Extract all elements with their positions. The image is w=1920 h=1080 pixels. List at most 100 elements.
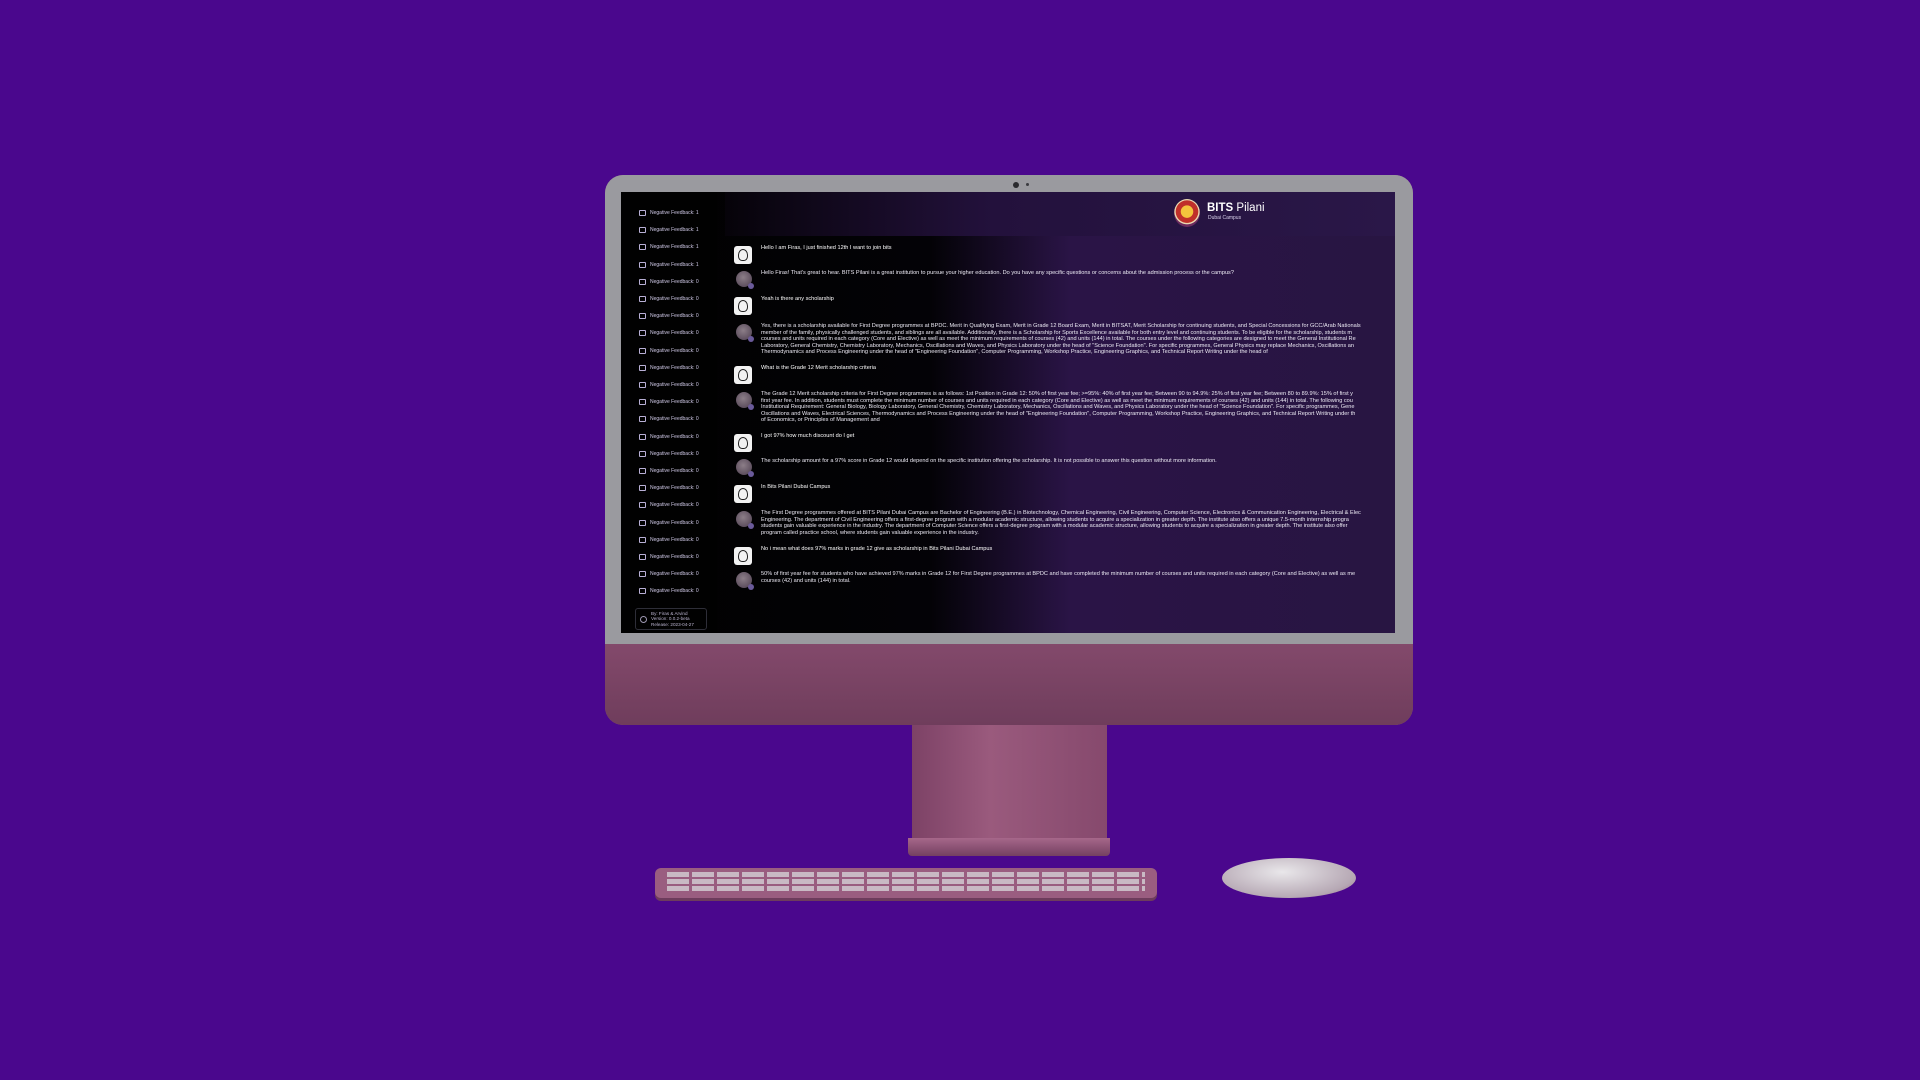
chat-bubble-icon: [639, 330, 646, 337]
user-message: Yeah is there any scholarship: [761, 296, 1395, 303]
message-line: program called practice school, where st…: [761, 529, 979, 536]
user-avatar-icon: [734, 434, 752, 452]
message-line: 50% of first year fee for students who h…: [761, 571, 1356, 577]
message-line: Yeah is there any scholarship: [761, 296, 834, 302]
user-avatar-icon: [734, 366, 752, 384]
history-item[interactable]: Negative Feedback: 0: [639, 483, 713, 493]
message-line: I got 97% how much discount do I get: [761, 433, 855, 439]
chat-bubble-icon: [639, 382, 646, 388]
monitor-stand-base: [908, 838, 1110, 856]
bot-message: The Grade 12 Merit scholarship criteria …: [761, 391, 1395, 424]
chat-bubble-icon: [639, 468, 646, 474]
message-line: Yes, there is a scholarship available fo…: [761, 323, 1361, 329]
keyboard-keys-row: [667, 872, 1145, 877]
history-item-label: Negative Feedback: 0: [650, 536, 699, 543]
chat-bubble-icon: [639, 416, 646, 423]
history-item-label: Negative Feedback: 1: [650, 244, 699, 251]
history-item-label: Negative Feedback: 0: [650, 416, 699, 423]
bits-pilani-logo: [1174, 199, 1200, 227]
history-item[interactable]: Negative Feedback: 0: [639, 466, 713, 476]
chat-bubble-icon: [639, 296, 646, 302]
message-line: The Grade 12 Merit scholarship criteria …: [761, 391, 1353, 397]
info-icon: [640, 615, 647, 623]
chat-bubble-icon: [639, 433, 646, 440]
history-item-label: Negative Feedback: 0: [650, 485, 699, 492]
history-item[interactable]: Negative Feedback: 1: [639, 260, 713, 270]
bot-message: The First Degree programmes offered at B…: [761, 510, 1395, 536]
chat-bubble-icon: [639, 588, 646, 595]
chat-bubble-icon: [639, 536, 646, 543]
bot-avatar-icon: [736, 392, 754, 410]
history-item[interactable]: Negative Feedback: 1: [639, 208, 713, 218]
chat-bubble-icon: [639, 261, 646, 268]
message-line: What is the Grade 12 Merit scholarship c…: [761, 365, 877, 371]
keyboard-keys-row: [667, 886, 1145, 891]
bot-avatar-icon: [736, 459, 754, 477]
history-item[interactable]: Negative Feedback: 0: [639, 346, 713, 356]
history-item-label: Negative Feedback: 0: [650, 502, 699, 509]
history-item-label: Negative Feedback: 0: [650, 364, 699, 371]
history-item[interactable]: Negative Feedback: 0: [639, 311, 713, 321]
history-item-label: Negative Feedback: 0: [650, 382, 699, 388]
history-item[interactable]: Negative Feedback: 0: [639, 569, 713, 579]
message-line: In Bits Pilani Dubai Campus: [761, 484, 831, 490]
user-avatar-icon: [734, 246, 752, 264]
app-screen: Negative Feedback: 1 Negative Feedback: 1…: [621, 192, 1395, 633]
history-item-label: Negative Feedback: 0: [650, 399, 699, 406]
message-line: students gain valuable experience in the…: [761, 523, 1348, 529]
sidebar-footer: By: Firas & Arvind Version: 0.0.2-beta R…: [635, 608, 707, 630]
history-item-label: Negative Feedback: 0: [650, 313, 699, 320]
history-item[interactable]: Negative Feedback: 0: [639, 586, 713, 596]
chat-bubble-icon: [639, 313, 646, 320]
history-item[interactable]: Negative Feedback: 0: [639, 518, 713, 528]
bot-message: Hello Firas! That's great to hear. BITS …: [761, 270, 1395, 277]
user-message: Hello I am Firas, I just finished 12th I…: [761, 245, 1395, 252]
history-item[interactable]: Negative Feedback: 0: [639, 552, 713, 562]
monitor-stand: [912, 725, 1107, 847]
history-item[interactable]: Negative Feedback: 0: [639, 380, 713, 390]
history-item-label: Negative Feedback: 0: [650, 571, 699, 578]
history-item[interactable]: Negative Feedback: 0: [639, 277, 713, 287]
history-item[interactable]: Negative Feedback: 0: [639, 328, 713, 338]
chat-bubble-icon: [639, 399, 646, 406]
history-item[interactable]: Negative Feedback: 0: [639, 449, 713, 459]
chat-bubble-icon: [639, 227, 646, 234]
brand-rest: Pilani: [1236, 202, 1265, 214]
message-line: Hello I am Firas, I just finished 12th I…: [761, 245, 892, 251]
history-item[interactable]: Negative Feedback: 0: [639, 363, 713, 373]
history-item-label: Negative Feedback: 0: [650, 588, 699, 595]
camera-sensor: [1026, 183, 1029, 186]
chat-bubble-icon: [639, 364, 646, 371]
history-item[interactable]: Negative Feedback: 0: [639, 432, 713, 442]
message-line: of Economics, or Principles of Managemen…: [761, 417, 880, 423]
chat-bubble-icon: [639, 210, 646, 216]
history-item-label: Negative Feedback: 0: [650, 296, 699, 302]
chat-bubble-icon: [639, 450, 646, 457]
brand-bold: BITS: [1207, 202, 1234, 214]
history-item-label: Negative Feedback: 0: [650, 278, 699, 285]
chat-bubble-icon: [639, 347, 646, 354]
history-item-label: Negative Feedback: 0: [650, 433, 699, 440]
user-message: What is the Grade 12 Merit scholarship c…: [761, 365, 1395, 372]
message-line: courses and units required in each categ…: [761, 336, 1356, 342]
bot-avatar-icon: [736, 572, 754, 590]
brand-title: BITS Pilani: [1207, 202, 1265, 214]
history-item[interactable]: Negative Feedback: 1: [639, 225, 713, 235]
chat-bubble-icon: [639, 278, 646, 285]
history-item[interactable]: Negative Feedback: 0: [639, 414, 713, 424]
chat-bubble-icon: [639, 571, 646, 578]
history-item[interactable]: Negative Feedback: 0: [639, 294, 713, 304]
message-line: No i mean what does 97% marks in grade 1…: [761, 546, 993, 552]
chat-messages: Hello I am Firas, I just finished 12th I…: [725, 236, 1395, 633]
bot-message: The scholarship amount for a 97% score i…: [761, 458, 1395, 465]
keyboard: [655, 868, 1157, 898]
history-item[interactable]: Negative Feedback: 0: [639, 397, 713, 407]
history-item[interactable]: Negative Feedback: 0: [639, 535, 713, 545]
mouse: [1222, 858, 1356, 898]
history-item-label: Negative Feedback: 0: [650, 450, 699, 457]
message-line: Thermodynamics and Process Engineering u…: [761, 349, 1268, 355]
release-text: Release: 2023-04-27: [651, 621, 694, 627]
bot-message: Yes, there is a scholarship available fo…: [761, 323, 1395, 356]
history-item[interactable]: Negative Feedback: 0: [639, 500, 713, 510]
history-item[interactable]: Negative Feedback: 1: [639, 242, 713, 252]
